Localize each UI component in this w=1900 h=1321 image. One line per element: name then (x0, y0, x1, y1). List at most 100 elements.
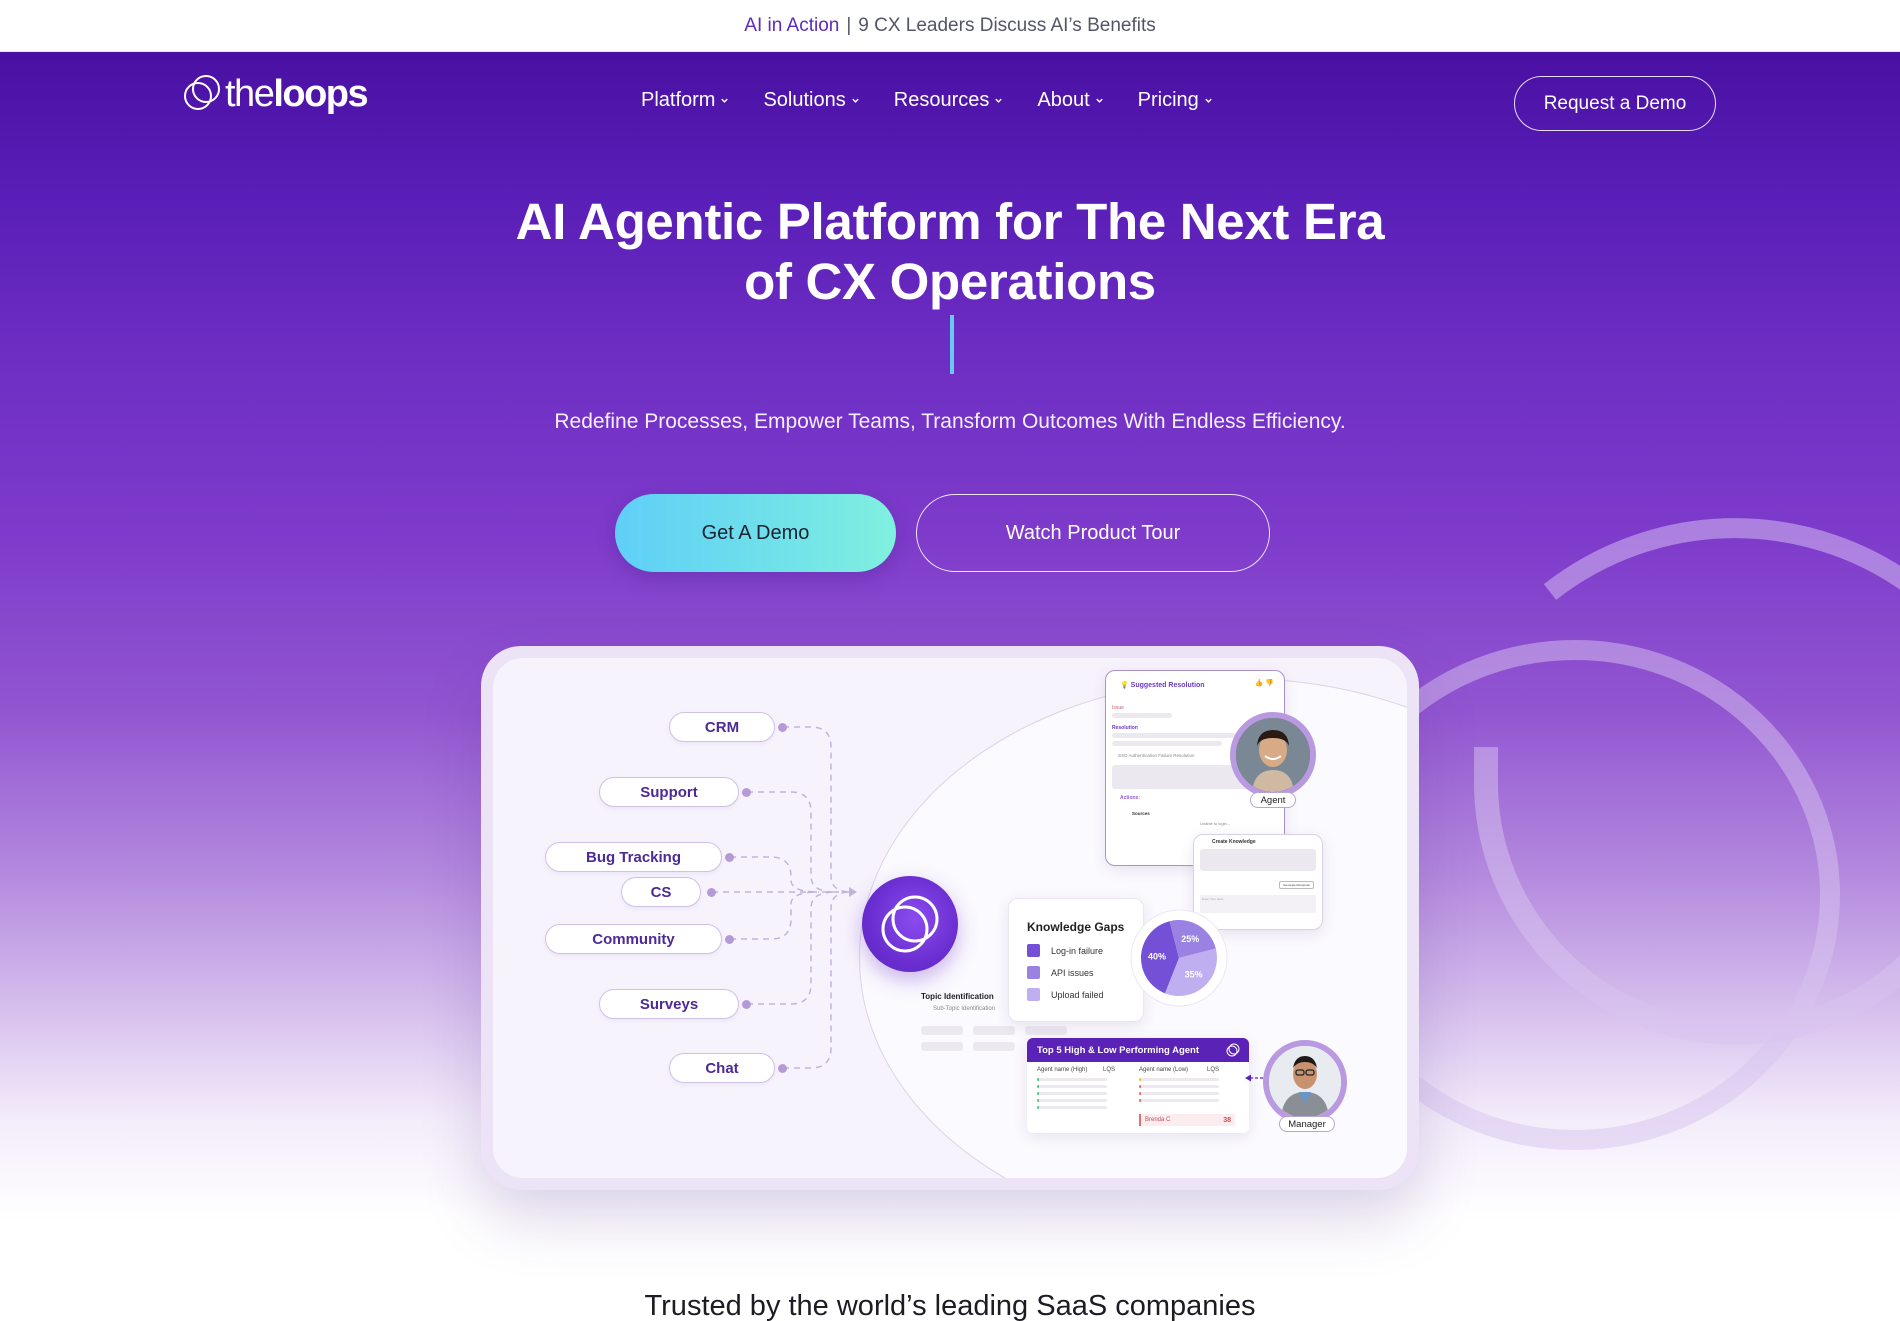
highlight-row: Brenda C 38 (1139, 1114, 1235, 1126)
connector-dot (778, 723, 787, 732)
nav-item-solutions[interactable]: Solutions (763, 89, 859, 112)
connector-dot (707, 888, 716, 897)
col-lqs-high: LQS (1103, 1067, 1116, 1073)
announcement-banner[interactable]: AI in Action | 9 CX Leaders Discuss AI’s… (0, 0, 1900, 52)
theloops-hub (862, 876, 958, 972)
skeleton-line (1112, 733, 1252, 738)
generate-response-button: Generate Response (1279, 881, 1314, 889)
deco-arc-inner (1473, 747, 1900, 1045)
agent-label: Agent (1250, 792, 1296, 808)
logo-text: theloops (225, 73, 369, 115)
legend-item: Upload failed (1027, 988, 1104, 1001)
headline-line-1: AI Agentic Platform for The Next Era (515, 193, 1385, 250)
loops-icon (881, 895, 939, 953)
nav-item-about[interactable]: About (1037, 89, 1103, 112)
banner-accent-text[interactable]: AI in Action (744, 15, 839, 37)
source-pill-cs: CS (621, 877, 701, 907)
connector-chat (783, 891, 852, 1069)
agent-person-icon (1236, 718, 1310, 792)
col-lqs-low: LQS (1207, 1067, 1220, 1073)
topic-identification-label: Topic Identification (921, 992, 994, 1001)
chevron-down-icon (1095, 98, 1103, 103)
sr-title-text: Suggested Resolution (1130, 682, 1205, 689)
skeleton-line (921, 1026, 963, 1035)
request-demo-button[interactable]: Request a Demo (1514, 76, 1716, 131)
logo-text-bold: loops (273, 73, 368, 115)
row-skeleton (1037, 1106, 1107, 1109)
legend-swatch (1027, 966, 1040, 979)
connector-community (730, 891, 820, 940)
hero-section: theloops Platform Solutions Resources Ab… (0, 52, 1900, 1321)
nav-label: Resources (893, 89, 990, 111)
col-high: Agent name (High) (1037, 1067, 1088, 1073)
row-skeleton (1139, 1099, 1219, 1102)
rows-low (1139, 1078, 1219, 1106)
nav-label: Platform (641, 89, 716, 111)
manager-avatar (1263, 1040, 1347, 1124)
nav-label: Solutions (763, 89, 846, 111)
performance-title: Top 5 High & Low Performing Agent (1037, 1044, 1200, 1056)
skeleton-line (1112, 713, 1172, 718)
logo[interactable]: theloops (183, 73, 369, 115)
chevron-down-icon (995, 98, 1003, 103)
knowledge-gaps-card: Knowledge Gaps Log-in failure API issues… (1008, 898, 1144, 1022)
connector-dot (778, 1064, 787, 1073)
watch-product-tour-button[interactable]: Watch Product Tour (916, 494, 1270, 572)
connector-dot (725, 853, 734, 862)
chevron-down-icon (852, 98, 859, 103)
source-pill-crm: CRM (669, 712, 775, 742)
skeleton-block (1112, 765, 1252, 789)
source-item: Unable to login... (1200, 821, 1231, 826)
nav-item-pricing[interactable]: Pricing (1138, 89, 1213, 112)
arrow-left-icon (1245, 1074, 1263, 1082)
connector-arrowhead-icon (849, 887, 857, 897)
subtopic-identification-label: Sub-Topic Identification (933, 1006, 996, 1012)
thumbs-icons: 👍 👎 (1254, 680, 1274, 687)
typing-cursor (950, 315, 954, 374)
chevron-down-icon (1205, 98, 1212, 103)
suggested-resolution-title: 💡 Suggested Resolution (1120, 682, 1205, 689)
skeleton-line (1112, 741, 1222, 746)
row-skeleton (1037, 1099, 1107, 1102)
skeleton-line (1025, 1026, 1067, 1035)
row-skeleton (1139, 1092, 1219, 1095)
row-skeleton (1037, 1085, 1107, 1088)
skeleton-block (1200, 849, 1316, 871)
legend-item: API issues (1027, 966, 1094, 979)
trusted-by-heading: Trusted by the world’s leading SaaS comp… (644, 1290, 1256, 1321)
pie-label: 35% (1185, 970, 1203, 980)
legend-label: Upload failed (1051, 989, 1104, 1000)
nav-item-resources[interactable]: Resources (894, 89, 1004, 112)
source-pill-chat: Chat (669, 1053, 775, 1083)
nav-label: About (1037, 89, 1090, 111)
banner-text[interactable]: 9 CX Leaders Discuss AI’s Benefits (858, 15, 1155, 37)
nav-item-platform[interactable]: Platform (641, 89, 729, 112)
resolution-label: Resolution (1112, 725, 1138, 731)
chevron-down-icon (721, 98, 729, 103)
agent-avatar (1230, 712, 1316, 798)
source-pill-bug-tracking: Bug Tracking (545, 842, 722, 872)
dashboard-preview: CRM Support Bug Tracking CS Community Su… (493, 658, 1407, 1178)
pie-label: 40% (1148, 952, 1166, 962)
skeleton-line (973, 1026, 1015, 1035)
logo-text-light: the (225, 73, 275, 115)
performance-header: Top 5 High & Low Performing Agent (1027, 1038, 1249, 1062)
product-illustration: CRM Support Bug Tracking CS Community Su… (481, 646, 1419, 1190)
pie-label: 25% (1181, 934, 1199, 944)
loops-icon (1226, 1043, 1240, 1057)
performance-card: Top 5 High & Low Performing Agent Agent … (1027, 1038, 1249, 1133)
connector-surveys (747, 891, 836, 1005)
row-skeleton (1037, 1078, 1107, 1081)
get-demo-button[interactable]: Get A Demo (615, 494, 896, 572)
manager-label: Manager (1279, 1116, 1335, 1132)
manager-person-icon (1269, 1046, 1341, 1118)
connector-bug (730, 856, 820, 893)
create-knowledge-title: Create Knowledge (1212, 839, 1256, 845)
nav-menu: Platform Solutions Resources About Prici… (641, 89, 1247, 112)
hero-headline: AI Agentic Platform for The Next Era of … (0, 192, 1900, 312)
col-low: Agent name (Low) (1139, 1067, 1189, 1073)
rows-high (1037, 1078, 1107, 1113)
source-pill-support: Support (599, 777, 739, 807)
skeleton-line (973, 1042, 1015, 1051)
source-pill-community: Community (545, 924, 722, 954)
